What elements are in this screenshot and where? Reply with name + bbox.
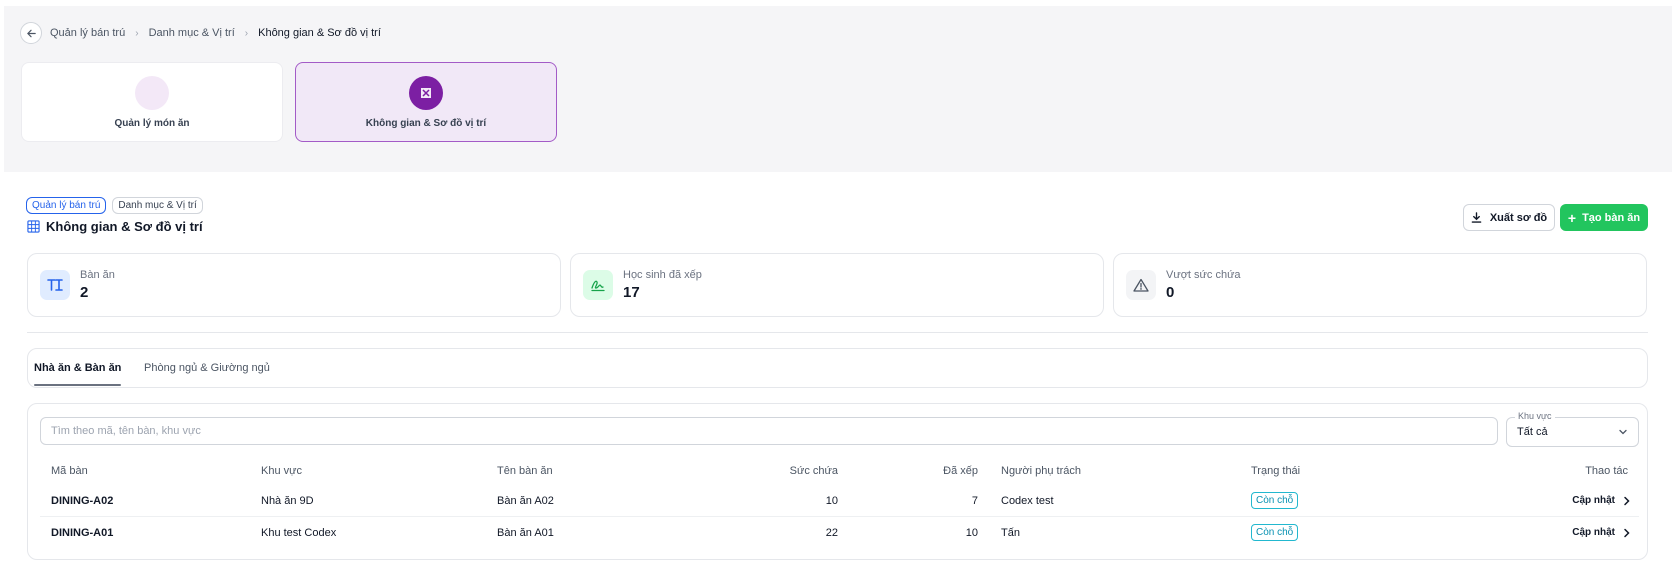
- stat-label: Bàn ăn: [80, 269, 115, 281]
- warning-icon: [1126, 270, 1156, 300]
- update-label: Cập nhật: [1572, 527, 1615, 538]
- stat-card-over-capacity: Vượt sức chứa 0: [1113, 253, 1647, 317]
- arrow-left-icon: [26, 29, 36, 37]
- cell-name: Bàn ăn A02: [497, 495, 554, 507]
- chevron-right-icon: ›: [244, 27, 249, 39]
- update-label: Cập nhật: [1572, 495, 1615, 506]
- grid-icon: [27, 220, 40, 233]
- status-badge: Còn chỗ: [1251, 492, 1299, 509]
- section-divider: [27, 332, 1648, 333]
- status-badge: Còn chỗ: [1251, 524, 1299, 541]
- update-row-button[interactable]: Cập nhật: [1572, 495, 1631, 506]
- tables-card: Khu vực Tất cả Mã bàn Khu vực Tên bàn ăn…: [27, 403, 1648, 560]
- chevron-right-icon: ›: [135, 27, 139, 39]
- page-title: Không gian & Sơ đồ vị trí: [27, 219, 203, 234]
- stat-label: Vượt sức chứa: [1166, 269, 1241, 281]
- stat-value: 17: [623, 284, 640, 301]
- area-select-label: Khu vực: [1515, 411, 1555, 421]
- back-button[interactable]: [20, 22, 42, 44]
- column-header-owner: Người phụ trách: [1001, 465, 1082, 477]
- cell-area: Nhà ăn 9D: [261, 495, 314, 507]
- plus-icon: +: [1567, 209, 1577, 226]
- tab-dorm-beds[interactable]: Phòng ngủ & Giường ngủ: [144, 349, 270, 387]
- signature-icon: [583, 270, 613, 300]
- column-header-capacity: Sức chứa: [789, 465, 838, 477]
- stat-label: Học sinh đã xếp: [623, 269, 702, 281]
- header-tags: Quản lý bán trú Danh mục & Vị trí: [26, 197, 203, 214]
- cell-owner: Codex test: [1001, 495, 1054, 507]
- cell-capacity: 10: [825, 495, 838, 507]
- module-card-label: Không gian & Sơ đồ vị trí: [365, 117, 487, 129]
- column-header-status: Trạng thái: [1251, 465, 1301, 477]
- cell-name: Bàn ăn A01: [497, 527, 554, 539]
- cell-capacity: 22: [825, 527, 838, 539]
- tag-catalog: Danh mục & Vị trí: [112, 197, 203, 214]
- create-table-label: Tạo bàn ăn: [1582, 211, 1641, 224]
- chevron-right-icon: [1624, 528, 1630, 537]
- stat-card-tables: Bàn ăn 2: [27, 253, 561, 317]
- download-icon: [1471, 212, 1482, 223]
- area-select[interactable]: Khu vực Tất cả: [1506, 411, 1639, 447]
- stat-card-students-assigned: Học sinh đã xếp 17: [570, 253, 1104, 317]
- module-card-food[interactable]: Quản lý món ăn: [21, 62, 283, 142]
- update-row-button[interactable]: Cập nhật: [1572, 527, 1631, 538]
- tabs-bar: Nhà ăn & Bàn ăn Phòng ngủ & Giường ngủ: [27, 348, 1648, 388]
- stat-value: 0: [1166, 284, 1175, 301]
- page-title-text: Không gian & Sơ đồ vị trí: [46, 219, 203, 234]
- column-header-area: Khu vực: [261, 465, 302, 477]
- column-header-name: Tên bàn ăn: [497, 465, 553, 477]
- area-select-value: Tất cả: [1517, 426, 1548, 438]
- stat-value: 2: [80, 284, 89, 301]
- food-module-icon: [135, 75, 169, 110]
- column-header-code: Mã bàn: [51, 465, 88, 477]
- chevron-down-icon: [1619, 429, 1627, 435]
- table-row: DINING-A02 Nhà ăn 9D Bàn ăn A02 10 7 Cod…: [40, 485, 1639, 517]
- column-header-assigned: Đã xếp: [943, 465, 978, 477]
- breadcrumb-item-boarding[interactable]: Quản lý bán trú: [50, 27, 125, 39]
- table-icon: [40, 270, 70, 300]
- search-input[interactable]: [40, 417, 1498, 445]
- layout-module-icon: [409, 75, 443, 110]
- cell-code: DINING-A02: [51, 495, 114, 507]
- table-row: DINING-A01 Khu test Codex Bàn ăn A01 22 …: [40, 517, 1639, 549]
- module-card-label: Quản lý món ăn: [114, 117, 190, 129]
- tab-dining-tables[interactable]: Nhà ăn & Bàn ăn: [34, 349, 122, 387]
- column-header-actions: Thao tác: [1585, 465, 1628, 477]
- tag-boarding: Quản lý bán trú: [26, 197, 107, 214]
- cell-assigned: 10: [965, 527, 978, 539]
- cell-code: DINING-A01: [51, 527, 114, 539]
- export-layout-label: Xuất sơ đồ: [1489, 211, 1548, 224]
- create-table-button[interactable]: + Tạo bàn ăn: [1560, 204, 1648, 231]
- cell-owner: Tấn: [1001, 527, 1020, 539]
- export-layout-button[interactable]: Xuất sơ đồ: [1463, 204, 1555, 231]
- module-card-space-layout[interactable]: Không gian & Sơ đồ vị trí: [295, 62, 557, 142]
- chevron-right-icon: [1624, 496, 1630, 505]
- cell-area: Khu test Codex: [261, 527, 337, 539]
- breadcrumb-item-current: Không gian & Sơ đồ vị trí: [258, 27, 381, 39]
- breadcrumb: Quản lý bán trú › Danh mục & Vị trí › Kh…: [20, 22, 381, 44]
- cell-assigned: 7: [971, 495, 978, 507]
- breadcrumb-item-catalog[interactable]: Danh mục & Vị trí: [149, 27, 235, 39]
